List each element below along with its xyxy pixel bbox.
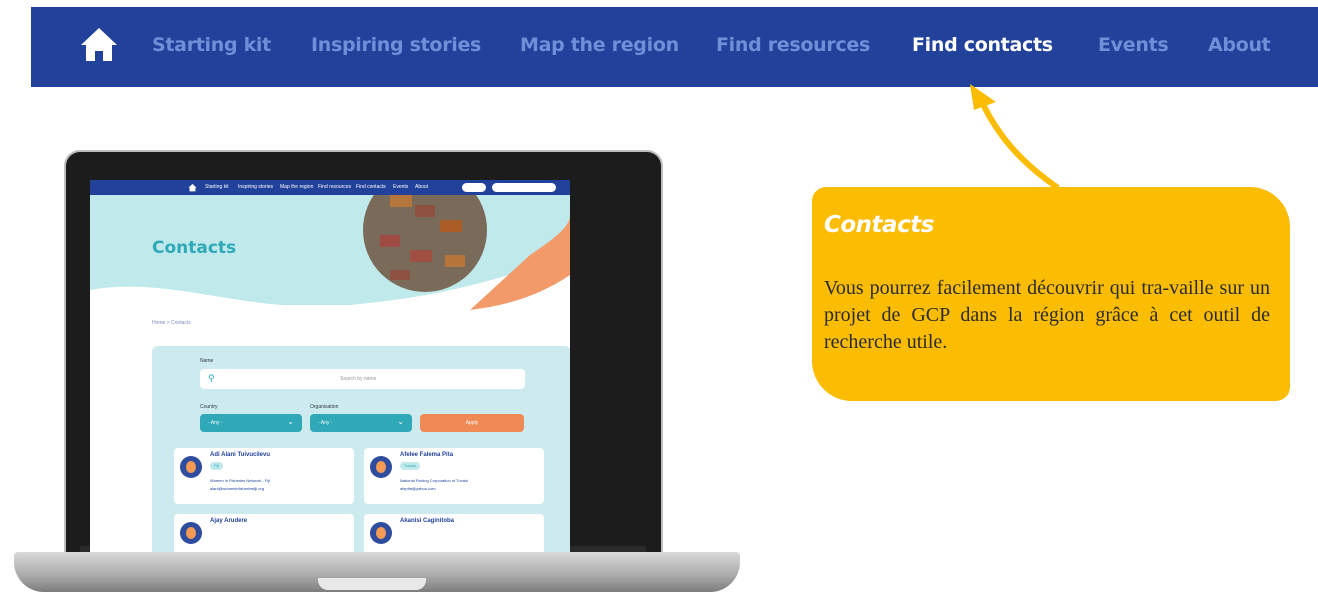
nav-inspiring-stories[interactable]: Inspiring stories: [311, 34, 481, 56]
mini-nav-item[interactable]: Find contacts: [356, 184, 386, 190]
pointer-arrow: [970, 84, 1060, 191]
avatar: [180, 522, 202, 544]
avatar: [180, 456, 202, 478]
country-badge: Tuvalu: [400, 462, 420, 470]
mini-apply-button[interactable]: Apply: [420, 414, 524, 432]
chevron-down-icon: ⌄: [397, 417, 404, 426]
contact-email[interactable]: afepita@yahoo.com: [400, 486, 436, 491]
contact-organisation: Women in Fisheries Network - Fiji: [210, 478, 270, 483]
laptop-screen: Starting kit Inspiring stories Map the r…: [90, 180, 570, 552]
mini-nav-item[interactable]: About: [415, 184, 428, 190]
mini-organisation-label: Organisation: [310, 404, 339, 410]
contact-name: Ajay Arudere: [210, 518, 248, 524]
nav-map-the-region[interactable]: Map the region: [520, 34, 679, 56]
mini-nav-item[interactable]: Starting kit: [205, 184, 229, 190]
avatar: [370, 456, 392, 478]
contact-name: Akanisi Caginitoba: [400, 518, 455, 524]
mini-page-title: Contacts: [152, 238, 237, 258]
nav-find-resources[interactable]: Find resources: [716, 34, 870, 56]
laptop-notch: [318, 578, 426, 590]
contact-name: Afelee Falema Pita: [400, 452, 454, 458]
nav-starting-kit[interactable]: Starting kit: [152, 34, 271, 56]
avatar: [370, 522, 392, 544]
mini-organisation-value: - Any -: [318, 420, 333, 426]
contact-card[interactable]: Afelee Falema Pita Tuvalu National Fishi…: [364, 448, 544, 504]
mini-home-icon[interactable]: [188, 183, 197, 192]
contact-name: Adi Alani Tuivucilevu: [210, 452, 271, 458]
mini-country-value: - Any -: [208, 420, 223, 426]
chevron-down-icon: ⌄: [287, 417, 294, 426]
mini-breadcrumb[interactable]: Home > Contacts: [152, 320, 191, 326]
contact-card[interactable]: Adi Alani Tuivucilevu Fiji Women in Fish…: [174, 448, 354, 504]
contact-email[interactable]: alani@womeninfisheriesfiji.org: [210, 486, 264, 491]
mini-language-toggle[interactable]: [462, 183, 486, 192]
nav-events[interactable]: Events: [1098, 34, 1169, 56]
home-icon[interactable]: [79, 25, 119, 63]
mini-nav-item[interactable]: Map the region: [280, 184, 313, 190]
callout-text: Vous pourrez facilement découvrir qui tr…: [824, 277, 1270, 353]
contact-card[interactable]: Akanisi Caginitoba: [364, 514, 544, 552]
mini-search-icon: ⚲: [208, 373, 215, 383]
nav-find-contacts[interactable]: Find contacts: [912, 34, 1053, 56]
mini-name-label: Name: [200, 358, 214, 364]
mini-organisation-select[interactable]: - Any - ⌄: [310, 414, 412, 432]
mini-nav-item[interactable]: Inspiring stories: [238, 184, 273, 190]
mini-nav-item[interactable]: Find resources: [318, 184, 351, 190]
mini-search-box[interactable]: [492, 183, 556, 192]
mini-hero-wave: [90, 195, 570, 335]
contact-organisation: National Fishing Corporation of Tuvalu: [400, 478, 469, 483]
country-badge: Fiji: [210, 462, 224, 470]
mini-search-placeholder: Search by name: [340, 376, 377, 382]
mini-nav-item[interactable]: Events: [393, 184, 408, 190]
top-navigation-bar: Starting kit Inspiring stories Map the r…: [31, 7, 1318, 87]
nav-about[interactable]: About: [1208, 34, 1271, 56]
callout-title: Contacts: [824, 212, 934, 238]
mini-name-search-input[interactable]: ⚲ Search by name: [200, 369, 525, 389]
mini-country-label: Country: [200, 404, 218, 410]
mini-country-select[interactable]: - Any - ⌄: [200, 414, 302, 432]
contact-card[interactable]: Ajay Arudere: [174, 514, 354, 552]
mini-nav-bar: Starting kit Inspiring stories Map the r…: [90, 180, 570, 195]
